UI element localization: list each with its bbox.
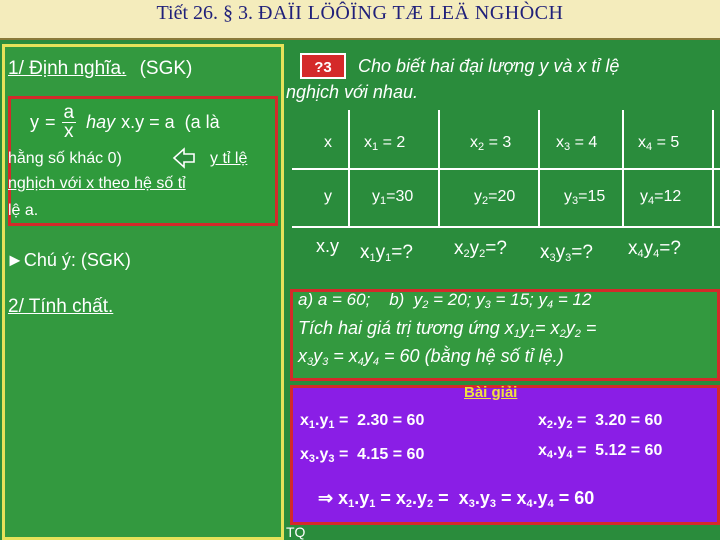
table-head-y: y [324, 188, 332, 205]
question-line2: nghịch với nhau. [286, 82, 418, 102]
arrow-icon [172, 147, 196, 169]
value-table: x x1 = 2 x2 = 3 x3 = 4 x4 = 5 y y1=30 y2… [292, 110, 720, 280]
table-cell: x1y1=? [360, 242, 413, 264]
def-line2a: hằng số khác 0) [8, 150, 122, 167]
title-prefix: Tiết 26. § 3. [156, 2, 259, 24]
solution-heading: Bài giải [464, 384, 518, 401]
note-text: ►Chú ý: (SGK) [6, 250, 131, 270]
solution-row1: x1.y1 = 2.30 = 60 [300, 412, 425, 431]
def-paren: (a là [184, 111, 220, 132]
answer-line2: Tích hai giá trị tương ứng x1y1= x2y2 = [298, 318, 597, 340]
table-head-xy: x.y [316, 236, 340, 256]
table-head-x: x [324, 134, 332, 151]
section1-ref: (SGK) [139, 58, 193, 79]
table-cell: x3 = 4 [556, 134, 598, 153]
page-title: Tiết 26. § 3. ĐAÏI LÖÔÏNG TÆ LEÄ NGHÒCH [0, 2, 720, 25]
def-xy: x.y = a [121, 111, 175, 132]
question-label: ?3 [300, 53, 346, 79]
table-cell: y3=15 [564, 188, 606, 207]
question-line1: Cho biết hai đại lượng y và x tỉ lệ [358, 56, 620, 76]
answer-line1: a) a = 60; b) y2 = 20; y3 = 15; y4 = 12 [298, 290, 592, 311]
table-cell: x2y2=? [454, 238, 507, 260]
def-numerator: a [61, 101, 77, 123]
definition-formula: y = a x hay x.y = a (a là [30, 100, 220, 144]
def-denominator: x [64, 120, 74, 142]
def-fraction: a x [61, 101, 77, 142]
implies-icon: ⇒ [318, 488, 334, 508]
solution-row3: x3.y3 = 4.15 = 60 [300, 446, 425, 465]
table-cell: x4y4=? [628, 238, 681, 260]
solution-row2: x2.y2 = 3.20 = 60 [538, 412, 663, 431]
table-divider [712, 110, 714, 226]
def-line4: lệ a. [8, 202, 39, 219]
def-hay: hay [86, 111, 116, 132]
def-line2: hằng số khác 0) [8, 150, 122, 168]
table-cell: x3y3=? [540, 242, 593, 264]
table-divider [292, 168, 720, 170]
solution-row4: x4.y4 = 5.12 = 60 [538, 442, 663, 461]
table-divider [438, 110, 440, 226]
table-divider [292, 226, 720, 228]
section1-label: 1/ Định nghĩa. [8, 58, 127, 79]
def-eq: = [45, 111, 56, 132]
answer-line3: x3y3 = x4y4 = 60 (bằng hệ số tỉ lệ.) [298, 346, 564, 368]
footer-text: TQ [286, 524, 306, 540]
table-cell: x2 = 3 [470, 134, 512, 153]
table-cell: y4=12 [640, 188, 682, 207]
table-cell: y1=30 [372, 188, 414, 207]
table-divider [538, 110, 540, 226]
section-property: 2/ Tính chất. [8, 296, 114, 317]
table-cell: x1 = 2 [364, 134, 406, 153]
section-definition: 1/ Định nghĩa. (SGK) [8, 58, 192, 80]
table-cell: x4 = 5 [638, 134, 680, 153]
def-line2b: y tỉ lệ [210, 150, 248, 167]
def-y: y [30, 111, 39, 132]
def-line3: nghịch với x theo hệ số tỉ [8, 175, 186, 192]
table-cell: y2=20 [474, 188, 516, 207]
table-divider [348, 110, 350, 226]
title-main: ĐAÏI LÖÔÏNG TÆ LEÄ NGHÒCH [258, 2, 564, 24]
table-divider [622, 110, 624, 226]
solution-conclusion: ⇒ x1.y1 = x2.y2 = x3.y3 = x4.y4 = 60 [318, 488, 595, 510]
